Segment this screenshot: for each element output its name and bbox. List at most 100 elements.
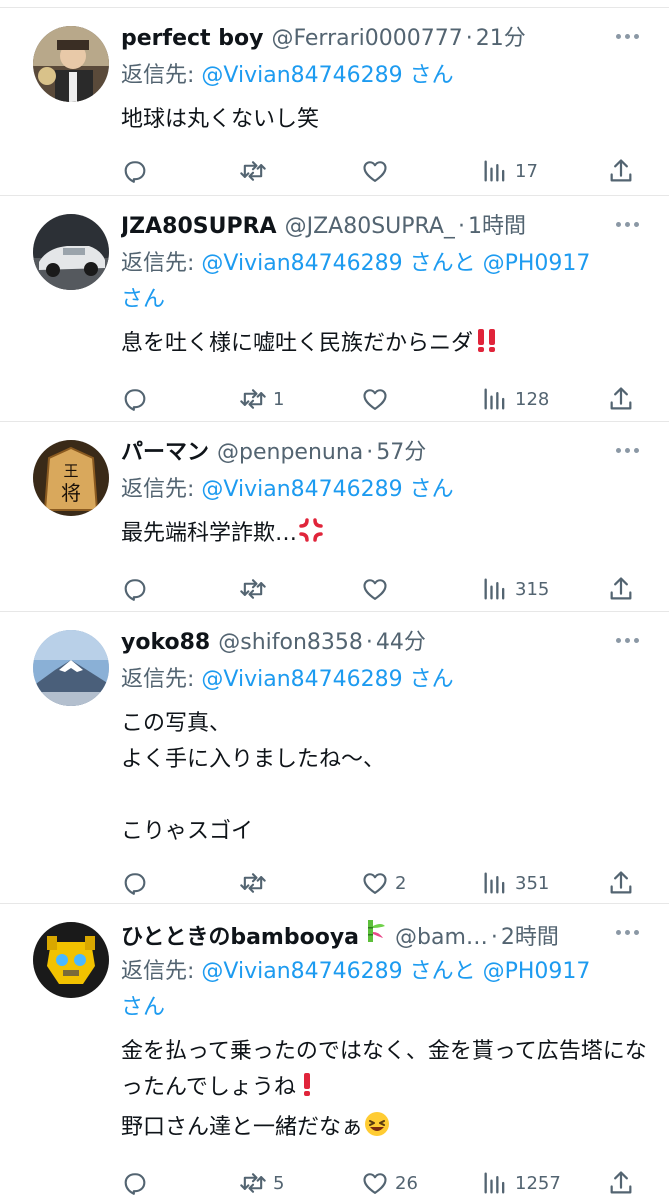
retweet-icon [240,579,266,599]
display-name[interactable]: perfect boy [121,22,263,56]
avatar[interactable] [33,214,109,290]
tweet[interactable]: perfect boy @Ferrari0000777 · 21分 返信先: @… [0,8,669,196]
timestamp[interactable]: 44分 [376,626,426,660]
retweet-button[interactable]: 1 [239,384,284,414]
reply-context: 返信先: @Vivian84746289 さん [121,472,647,508]
mention-link[interactable]: @Vivian84746289 さん [201,63,453,88]
like-icon [363,873,387,894]
share-icon [610,159,632,182]
like-icon [363,579,387,600]
bamboo-emoji [361,918,387,952]
views-icon [484,1172,505,1194]
retweet-button[interactable] [239,574,273,604]
reply-button[interactable] [121,574,155,604]
display-name[interactable]: yoko88 [121,626,210,660]
top-divider [0,0,669,8]
views-count: 128 [515,388,550,410]
tweet-header: JZA80SUPRA @JZA80SUPRA_ · 1時間 [121,210,647,244]
user-handle[interactable]: @JZA80SUPRA_ [285,210,455,244]
timestamp[interactable]: 57分 [376,436,426,470]
views-button[interactable]: 1257 [481,1168,561,1198]
like-button[interactable] [361,156,395,186]
double-exclamation-emoji [473,326,501,366]
share-button[interactable] [607,156,635,186]
reply-icon [124,873,146,895]
retweet-button[interactable]: 5 [239,1168,284,1198]
like-button[interactable]: 2 [361,868,406,898]
mention-link[interactable]: @Vivian84746289 さん [201,667,453,692]
mention-link[interactable]: @Vivian84746289 さん [201,477,453,502]
retweet-button[interactable] [239,868,273,898]
display-name[interactable]: JZA80SUPRA [121,210,277,244]
views-button[interactable]: 128 [481,384,549,414]
mention-link-2[interactable]: @PH0917 [483,251,591,276]
mention-link[interactable]: @Vivian84746289 さん [201,251,453,276]
reply-suffix: さん [121,287,166,312]
avatar[interactable] [33,922,109,998]
user-handle[interactable]: @Ferrari0000777 [271,22,462,56]
share-icon [610,871,632,894]
share-button[interactable] [607,1168,635,1198]
mention-link-2[interactable]: @PH0917 [483,959,591,984]
reply-icon [124,161,146,183]
avatar[interactable] [33,630,109,706]
reply-prefix: 返信先: [121,667,202,692]
like-button[interactable]: 26 [361,1168,418,1198]
like-icon [363,1173,387,1194]
like-icon [363,161,387,182]
timestamp[interactable]: 2時間 [501,921,559,952]
laughing-face-emoji [363,1110,391,1150]
reply-and: と [453,251,483,276]
mention-link[interactable]: @Vivian84746289 さん [201,959,453,984]
timestamp[interactable]: 21分 [476,22,526,56]
tweet[interactable]: 王将 パーマン @penpenuna · 57分 返信先: @Vivian847… [0,422,669,612]
user-handle[interactable]: @shifon8358 [218,626,363,660]
timestamp[interactable]: 1時間 [468,210,526,244]
tweet[interactable]: ひとときのbambooya @bam… · 2時間 返信先: @Vivian84… [0,904,669,1200]
retweet-icon [240,161,266,181]
retweet-count: 1 [273,388,285,410]
views-count: 17 [515,160,538,182]
views-button[interactable]: 315 [481,574,549,604]
user-handle[interactable]: @bam… [395,921,488,952]
tweet-text: この写真、 よく手に入りましたね〜、 こりゃスゴイ [121,711,386,844]
reply-feed: perfect boy @Ferrari0000777 · 21分 返信先: @… [0,0,669,1200]
reply-context: 返信先: @Vivian84746289 さんと @PH0917 さん [121,246,647,318]
share-button[interactable] [607,574,635,604]
share-icon [610,1171,632,1194]
tweet[interactable]: JZA80SUPRA @JZA80SUPRA_ · 1時間 返信先: @Vivi… [0,196,669,422]
retweet-count: 5 [273,1172,285,1194]
reply-button[interactable] [121,384,155,414]
avatar[interactable] [33,26,109,102]
more-icon[interactable] [616,34,639,39]
display-name[interactable]: ひとときのbambooya [121,921,359,952]
svg-text:将: 将 [61,481,81,505]
share-button[interactable] [607,384,635,414]
views-icon [484,578,505,600]
more-icon[interactable] [616,638,639,643]
more-icon[interactable] [616,448,639,453]
reply-button[interactable] [121,868,155,898]
share-button[interactable] [607,868,635,898]
like-button[interactable] [361,384,395,414]
retweet-icon [240,389,266,409]
reply-prefix: 返信先: [121,959,202,984]
views-button[interactable]: 17 [481,156,538,186]
tweet-header: ひとときのbambooya @bam… · 2時間 [121,918,647,952]
separator: · [457,214,465,239]
reply-button[interactable] [121,1168,155,1198]
more-icon[interactable] [616,930,639,935]
tweet[interactable]: yoko88 @shifon8358 · 44分 返信先: @Vivian847… [0,612,669,904]
reply-button[interactable] [121,156,155,186]
reply-icon [124,579,146,601]
display-name[interactable]: パーマン [121,436,209,470]
views-button[interactable]: 351 [481,868,549,898]
tweet-text: 金を払って乗ったのではなく、金を貰って広告塔になったんでしょうね 野口さん達と一緒… [121,1034,647,1150]
avatar[interactable]: 王将 [33,440,109,516]
separator: · [366,440,374,465]
reply-prefix: 返信先: [121,477,202,502]
more-icon[interactable] [616,222,639,227]
retweet-button[interactable] [239,156,273,186]
like-button[interactable] [361,574,395,604]
user-handle[interactable]: @penpenuna [217,436,363,470]
